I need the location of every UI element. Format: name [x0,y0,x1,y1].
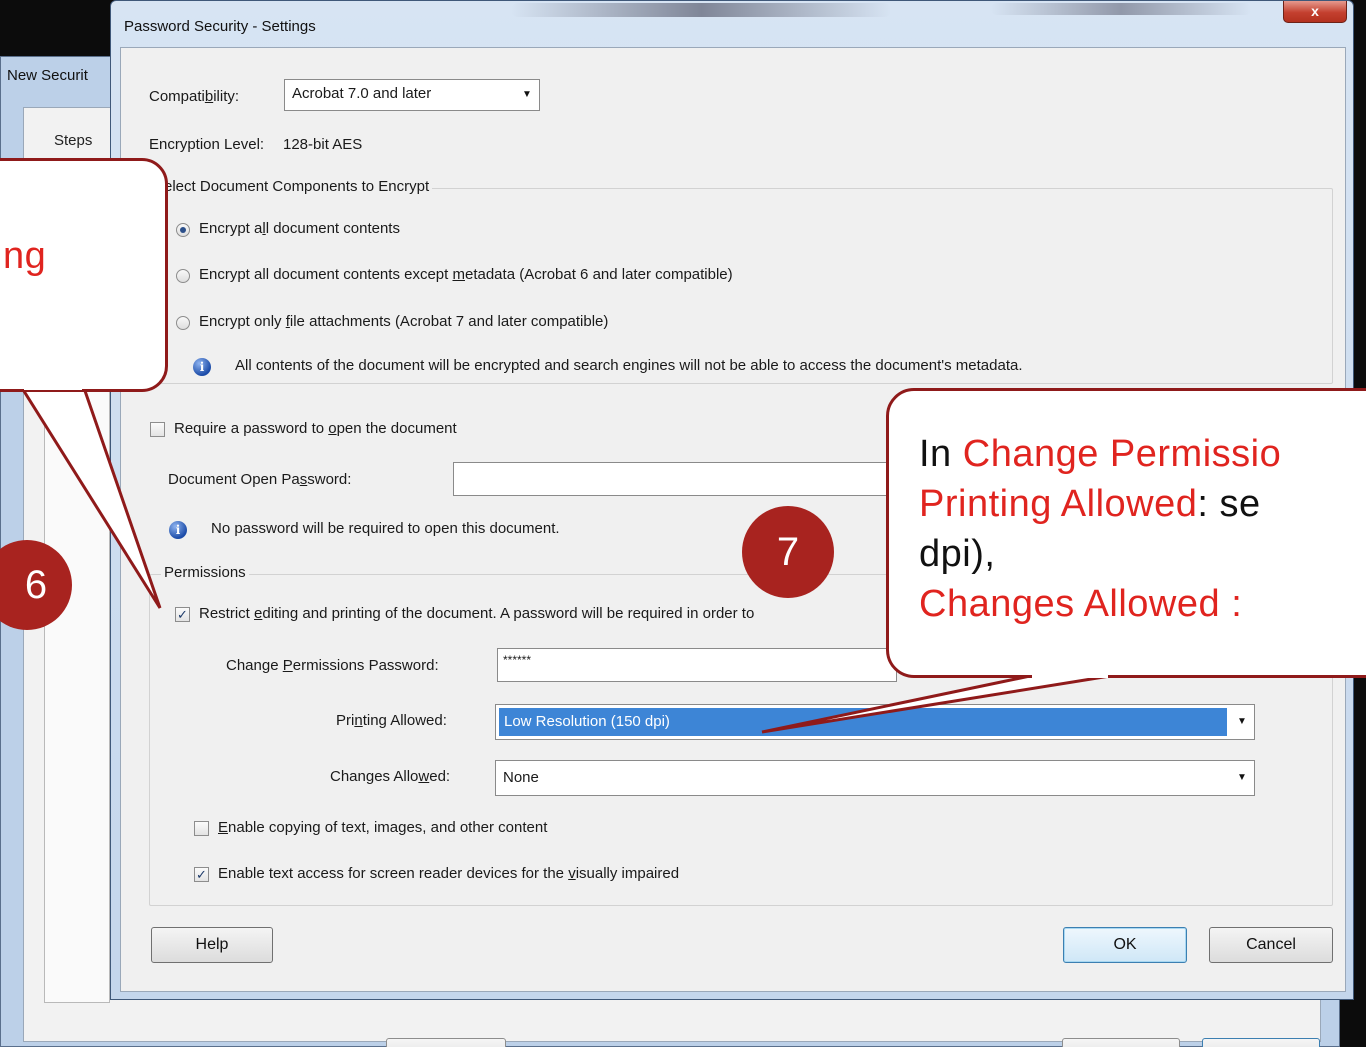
right-callout-line3: dpi), [919,533,996,575]
right-callout-pointer [761,674,1111,734]
right-callout-line1: In Change Permissio [919,433,1282,475]
left-callout: ng [0,158,168,392]
step-badge-7: 7 [742,506,834,598]
right-callout: In Change Permissio Printing Allowed: se… [886,388,1366,678]
left-callout-joint [24,386,82,390]
right-callout-line2: Printing Allowed: se [919,483,1261,525]
left-callout-text: ng [3,235,47,277]
right-callout-line4: Changes Allowed : [919,583,1243,625]
right-callout-joint [1032,674,1108,678]
